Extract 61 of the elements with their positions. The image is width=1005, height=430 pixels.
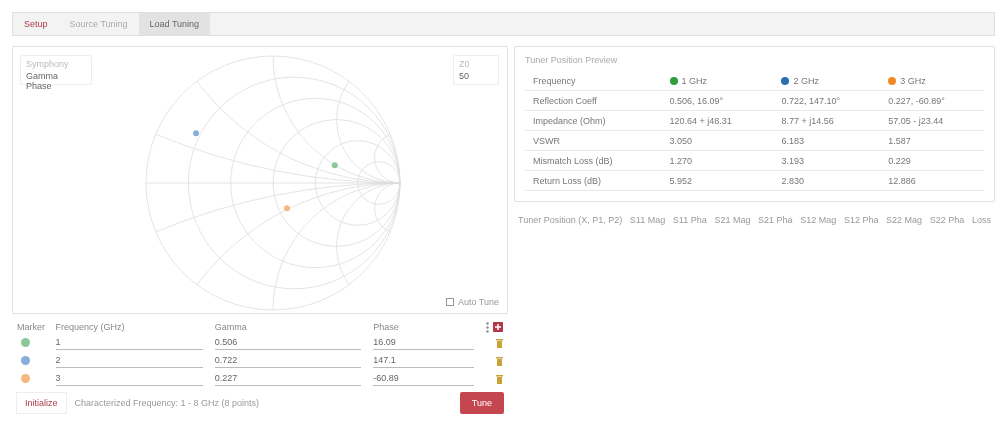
table-cell: 8.77 + j14.56 bbox=[781, 115, 834, 126]
auto-tune-checkbox[interactable] bbox=[445, 298, 454, 306]
gamma-input[interactable]: 0.506 bbox=[214, 336, 362, 350]
tab[interactable]: Load Tuning bbox=[138, 13, 211, 35]
column-header: S11 Mag bbox=[629, 215, 666, 225]
column-header: S12 Mag bbox=[800, 215, 837, 225]
table-cell: 12.886 bbox=[888, 175, 916, 186]
auto-tune-label: Auto Tune bbox=[457, 297, 499, 307]
tab[interactable]: Setup bbox=[13, 13, 59, 35]
table-cell: 0.722, 147.10° bbox=[781, 95, 841, 106]
table-cell: Return Loss (dB) bbox=[533, 175, 602, 186]
table-cell: 2 GHz bbox=[793, 75, 819, 86]
column-header: S11 Pha bbox=[672, 215, 707, 225]
table-cell: Mismatch Loss (dB) bbox=[533, 155, 613, 166]
column-header: S22 Mag bbox=[886, 215, 923, 225]
table-cell: 2.830 bbox=[781, 175, 804, 186]
table-cell: 57.05 - j23.44 bbox=[888, 115, 944, 126]
table-cell: 1.587 bbox=[888, 135, 911, 146]
column-header: Frequency (GHz) bbox=[55, 322, 125, 332]
preview-title: Tuner Position Preview bbox=[525, 55, 618, 65]
column-header: S12 Pha bbox=[843, 215, 879, 225]
column-header: S21 Pha bbox=[758, 215, 793, 225]
table-cell: Reflection Coeff bbox=[533, 95, 597, 106]
phase-input[interactable]: -60.89 bbox=[373, 372, 474, 386]
table-cell: Impedance (Ohm) bbox=[533, 115, 606, 126]
trash-icon[interactable] bbox=[496, 338, 503, 348]
initialize-button[interactable]: Initialize bbox=[16, 392, 67, 414]
add-icon[interactable] bbox=[493, 322, 503, 332]
table-cell: 0.229 bbox=[888, 155, 911, 166]
frequency-input[interactable]: 2 bbox=[55, 354, 203, 368]
table-cell: 0.506, 16.09° bbox=[669, 95, 724, 106]
column-header: Phase bbox=[373, 322, 399, 332]
table-cell: 120.64 + j48.31 bbox=[669, 115, 732, 126]
column-header: Tuner Position (X, P1, P2) bbox=[518, 215, 623, 225]
table-cell: Frequency bbox=[533, 75, 576, 86]
table-cell: 1 GHz bbox=[681, 75, 708, 86]
table-cell: 3 GHz bbox=[900, 75, 926, 86]
gamma-input[interactable]: 0.227 bbox=[214, 372, 362, 386]
table-cell: 6.183 bbox=[781, 135, 804, 146]
table-cell: 3.193 bbox=[781, 155, 804, 166]
column-header: S22 Pha bbox=[929, 215, 965, 225]
column-header: Gamma bbox=[214, 322, 247, 332]
phase-input[interactable]: 147.1 bbox=[373, 354, 474, 368]
table-cell: 0.227, -60.89° bbox=[888, 95, 945, 106]
phase-input[interactable]: 16.09 bbox=[373, 336, 474, 350]
trash-icon[interactable] bbox=[496, 374, 503, 384]
frequency-input[interactable]: 3 bbox=[55, 372, 203, 386]
characterized-frequency-text: Characterized Frequency: 1 - 8 GHz (8 points) bbox=[74, 398, 261, 408]
z0-field[interactable]: Z0 50 bbox=[453, 55, 499, 85]
gamma-input[interactable]: 0.722 bbox=[214, 354, 362, 368]
table-cell: VSWR bbox=[533, 135, 560, 146]
frequency-input[interactable]: 1 bbox=[55, 336, 203, 350]
more-icon[interactable] bbox=[486, 321, 489, 333]
table-cell: 1.270 bbox=[669, 155, 693, 166]
table-cell: 3.050 bbox=[669, 135, 693, 146]
table-cell: 5.952 bbox=[669, 175, 693, 186]
column-header: S21 Mag bbox=[714, 215, 751, 225]
column-header: Marker bbox=[17, 322, 45, 332]
trash-icon[interactable] bbox=[496, 356, 503, 366]
tune-button[interactable]: Tune bbox=[459, 392, 504, 414]
column-header: Loss bbox=[971, 215, 991, 225]
